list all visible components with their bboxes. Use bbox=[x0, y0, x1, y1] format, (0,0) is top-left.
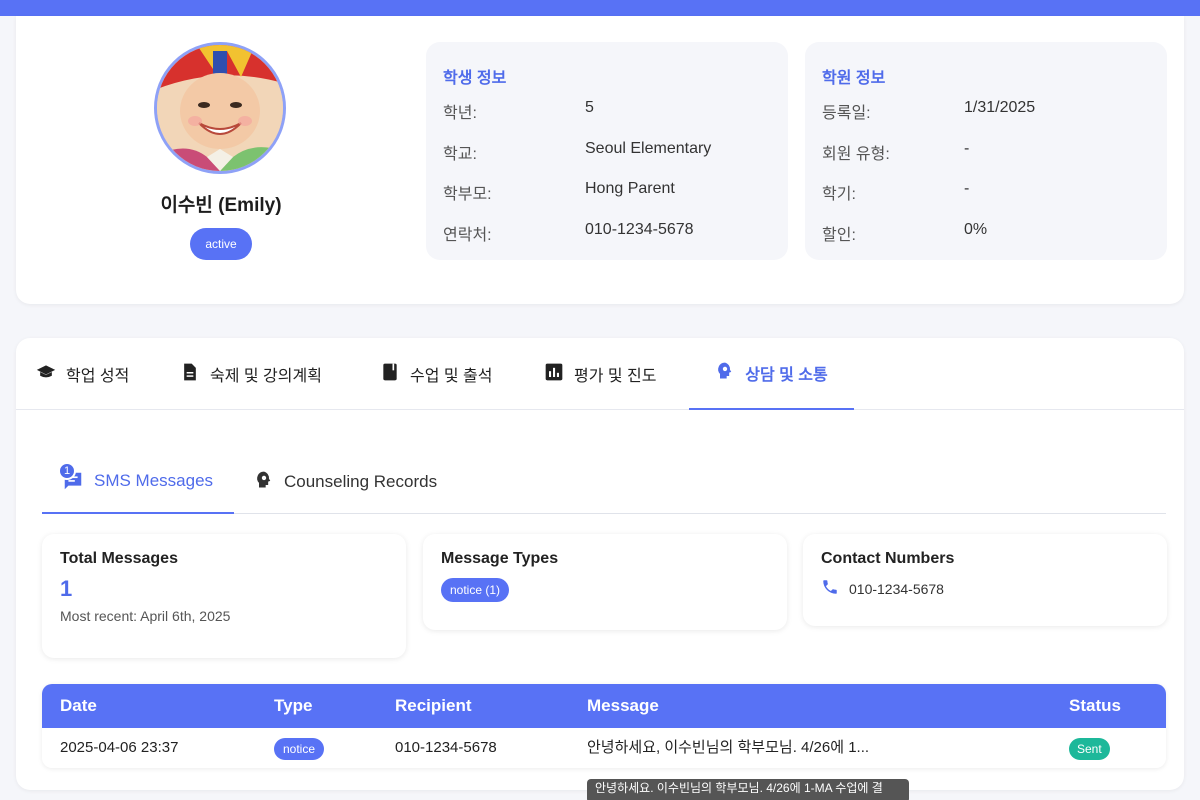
info-label: 학부모: bbox=[443, 186, 492, 203]
cell-date: 2025-04-06 23:37 bbox=[60, 739, 179, 756]
subtab-sms-messages[interactable]: 1 SMS Messages bbox=[42, 450, 234, 514]
subtab-label: Counseling Records bbox=[284, 472, 438, 491]
column-header-type[interactable]: Type bbox=[274, 684, 312, 728]
total-messages-value: 1 bbox=[60, 576, 73, 601]
book-icon bbox=[380, 362, 400, 387]
tab-classes-attendance[interactable]: 수업 및 출석 bbox=[380, 338, 493, 410]
top-accent-bar bbox=[0, 0, 1200, 16]
details-card: 학업 성적 숙제 및 강의계획 수업 및 출석 평가 및 진도 상담 및 소통 bbox=[16, 338, 1184, 790]
subtab-counseling-records[interactable]: Counseling Records bbox=[254, 450, 437, 514]
tab-academic-grades[interactable]: 학업 성적 bbox=[36, 338, 129, 410]
info-label: 연락처: bbox=[443, 227, 492, 244]
total-messages-card: Total Messages 1 Most recent: April 6th,… bbox=[42, 534, 406, 658]
cell-recipient: 010-1234-5678 bbox=[395, 739, 497, 756]
info-label: 등록일: bbox=[822, 105, 871, 122]
bar-chart-icon bbox=[544, 362, 564, 387]
message-type-pill: notice (1) bbox=[441, 578, 510, 602]
student-name: 이수빈 (Emily) bbox=[160, 195, 282, 216]
status-badge: active bbox=[190, 228, 252, 260]
contact-numbers-card: Contact Numbers 010-1234-5678 bbox=[803, 534, 1167, 626]
tab-evaluation-progress[interactable]: 평가 및 진도 bbox=[544, 338, 657, 410]
sub-tab-bar: 1 SMS Messages Counseling Records bbox=[42, 450, 1166, 514]
academy-info-title: 학원 정보 bbox=[822, 70, 886, 87]
student-avatar bbox=[154, 42, 286, 174]
message-tooltip: 안녕하세요. 이수빈님의 학부모님. 4/26에 1-MA 수업에 결 bbox=[587, 779, 909, 800]
message-types-card: Message Types notice (1) bbox=[423, 534, 787, 630]
column-header-status[interactable]: Status bbox=[1069, 684, 1121, 728]
info-value: 5 bbox=[585, 99, 594, 116]
tab-counseling-communication[interactable]: 상담 및 소통 bbox=[689, 338, 854, 410]
info-label: 학년: bbox=[443, 105, 477, 122]
main-tab-bar: 학업 성적 숙제 및 강의계획 수업 및 출석 평가 및 진도 상담 및 소통 bbox=[16, 338, 1184, 410]
tab-label: 수업 및 출석 bbox=[410, 368, 493, 385]
info-label: 회원 유형: bbox=[822, 146, 890, 163]
lightbulb-head-icon bbox=[715, 361, 735, 386]
info-label: 할인: bbox=[822, 227, 856, 244]
tab-label: 상담 및 소통 bbox=[745, 367, 828, 384]
column-header-date[interactable]: Date bbox=[60, 684, 97, 728]
academy-info-panel: 학원 정보 등록일: 1/31/2025 회원 유형: - 학기: - 할인: … bbox=[805, 42, 1167, 260]
info-label: 학기: bbox=[822, 186, 856, 203]
student-info-panel: 학생 정보 학년: 5 학교: Seoul Elementary 학부모: Ho… bbox=[426, 42, 788, 260]
info-value: 010-1234-5678 bbox=[585, 221, 694, 238]
info-value: 1/31/2025 bbox=[964, 99, 1036, 116]
stat-title: Contact Numbers bbox=[821, 550, 955, 567]
subtab-label: SMS Messages bbox=[94, 471, 214, 490]
info-value: - bbox=[964, 180, 970, 197]
graduation-cap-icon bbox=[36, 362, 56, 387]
document-icon bbox=[180, 362, 200, 387]
column-header-recipient[interactable]: Recipient bbox=[395, 684, 472, 728]
table-header: Date Type Recipient Message Status bbox=[42, 684, 1166, 728]
table-row[interactable]: 2025-04-06 23:37 notice 010-1234-5678 안녕… bbox=[42, 728, 1166, 768]
tab-label: 숙제 및 강의계획 bbox=[210, 368, 322, 385]
info-value: 0% bbox=[964, 221, 988, 238]
info-value: - bbox=[964, 140, 970, 157]
unread-count-badge: 1 bbox=[58, 462, 76, 480]
info-label: 학교: bbox=[443, 146, 477, 163]
info-value: Hong Parent bbox=[585, 180, 675, 197]
info-value: Seoul Elementary bbox=[585, 140, 712, 157]
tab-label: 평가 및 진도 bbox=[574, 368, 657, 385]
phone-icon bbox=[821, 578, 839, 599]
tab-label: 학업 성적 bbox=[66, 368, 130, 385]
tab-homework[interactable]: 숙제 및 강의계획 bbox=[180, 338, 322, 410]
cell-message[interactable]: 안녕하세요, 이수빈님의 학부모님. 4/26에 1... bbox=[587, 728, 869, 768]
column-header-message[interactable]: Message bbox=[587, 684, 659, 728]
student-info-title: 학생 정보 bbox=[443, 70, 507, 87]
stat-title: Message Types bbox=[441, 550, 559, 567]
sent-status-badge: Sent bbox=[1069, 738, 1110, 760]
lightbulb-head-icon bbox=[254, 470, 274, 495]
contact-number: 010-1234-5678 bbox=[849, 580, 944, 597]
contact-number-row: 010-1234-5678 bbox=[821, 578, 944, 599]
stat-title: Total Messages bbox=[60, 550, 178, 567]
message-type-badge: notice bbox=[274, 738, 325, 760]
student-profile-card: 이수빈 (Emily) active 학생 정보 학년: 5 학교: Seoul… bbox=[16, 16, 1184, 304]
sms-messages-table: Date Type Recipient Message Status 2025-… bbox=[42, 684, 1166, 768]
most-recent-text: Most recent: April 6th, 2025 bbox=[60, 608, 231, 624]
